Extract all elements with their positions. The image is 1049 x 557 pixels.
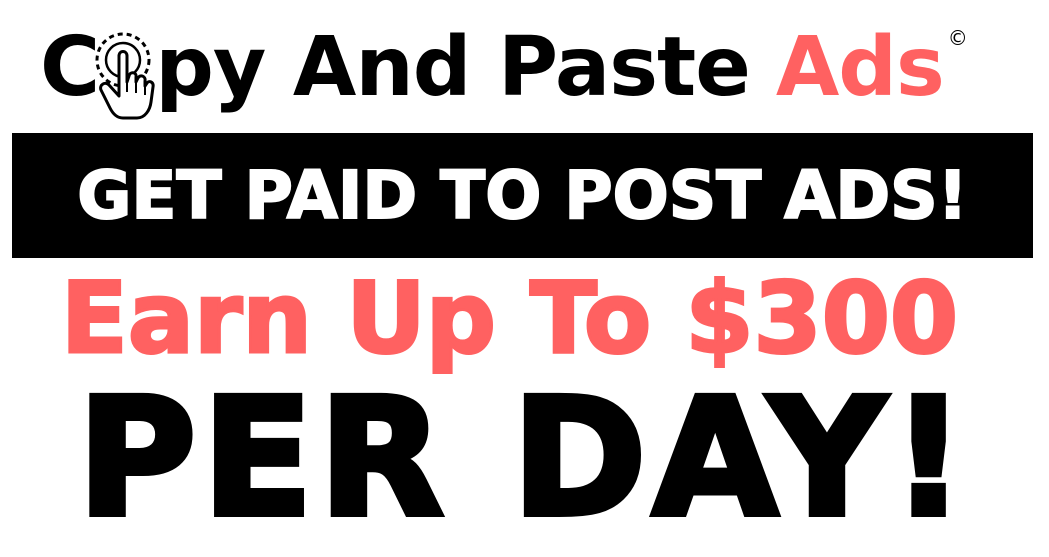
pointer-hand-tap-icon bbox=[93, 26, 159, 122]
logo: C py And Paste Ads © bbox=[40, 8, 1040, 128]
earn-headline: Earn Up To $300 bbox=[59, 262, 959, 376]
logo-main-text: py And Paste bbox=[155, 20, 751, 115]
logo-accent-text: Ads bbox=[775, 20, 945, 115]
per-day-headline: PER DAY! bbox=[74, 365, 972, 553]
banner-text: GET PAID TO POST ADS! bbox=[76, 156, 969, 235]
logo-wordmark: C py And Paste Ads © bbox=[40, 20, 968, 120]
copyright-symbol: © bbox=[947, 26, 968, 50]
logo-letter-c: C bbox=[40, 20, 100, 115]
headline-banner: GET PAID TO POST ADS! bbox=[12, 133, 1033, 258]
